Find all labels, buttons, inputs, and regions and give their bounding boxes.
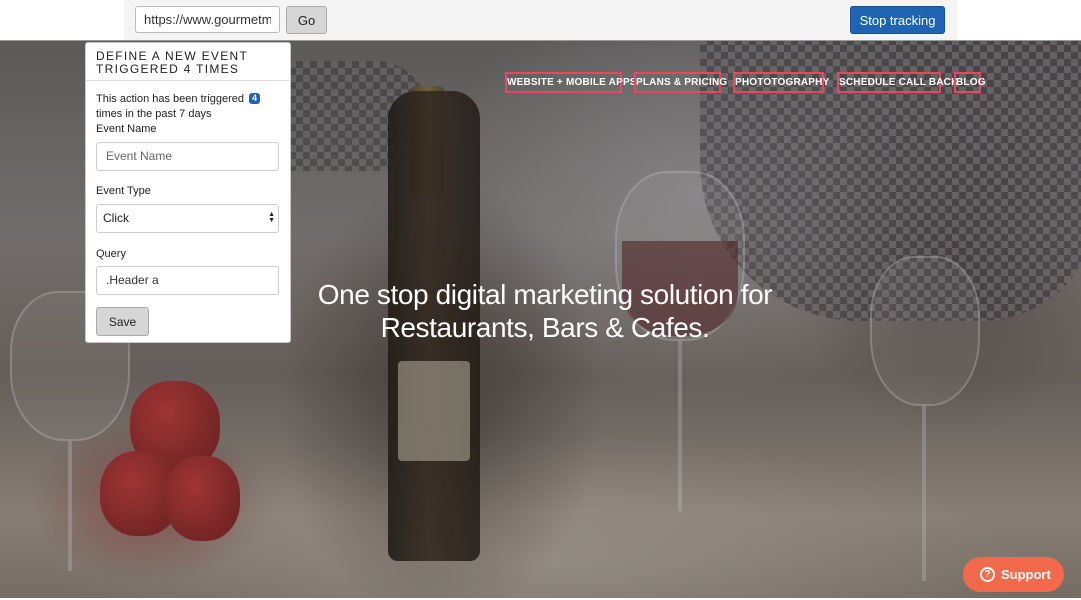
trigger-count-badge: 4	[249, 93, 261, 104]
nav-website-mobile-apps[interactable]: WEBSITE + MOBILE APPS	[505, 72, 636, 93]
stop-tracking-button[interactable]: Stop tracking	[850, 6, 945, 34]
panel-title: DEFINE A NEW EVENT TRIGGERED 4 TIMES	[86, 43, 290, 81]
hero-heading: One stop digital marketing solution for …	[260, 278, 830, 344]
event-name-input[interactable]: Event Name	[96, 142, 279, 171]
hero-line-1: One stop digital marketing solution for	[317, 279, 773, 310]
go-button[interactable]: Go	[286, 6, 327, 34]
query-label: Query	[96, 248, 126, 260]
trigger-info-suffix: times in the past 7 days	[96, 108, 212, 120]
event-name-label: Event Name	[96, 123, 157, 135]
nav-schedule-call-back[interactable]: SCHEDULE CALL BACK	[837, 72, 958, 93]
define-event-panel: DEFINE A NEW EVENT TRIGGERED 4 TIMES Thi…	[85, 42, 291, 343]
trigger-info: This action has been triggered 4 times i…	[96, 92, 282, 122]
trigger-info-prefix: This action has been triggered	[96, 93, 244, 105]
select-arrows-icon: ▲ ▼	[268, 211, 275, 224]
event-type-label: Event Type	[96, 185, 151, 197]
tracking-toolbar: Go Stop tracking	[124, 0, 957, 40]
hero-line-2: Restaurants, Bars & Cafes.	[380, 312, 710, 343]
support-label: Support	[1001, 567, 1051, 582]
event-type-value: Click	[103, 211, 129, 225]
nav-blog[interactable]: BLOG	[954, 72, 985, 93]
nav-photography[interactable]: PHOTOTOGRAPHY	[733, 72, 829, 93]
save-button[interactable]: Save	[96, 307, 149, 336]
nav-plans-pricing[interactable]: PLANS & PRICING	[634, 72, 727, 93]
question-circle-icon: ?	[980, 567, 995, 582]
url-input[interactable]	[135, 6, 280, 33]
support-button[interactable]: ? Support	[963, 557, 1064, 592]
query-input[interactable]: .Header a	[96, 266, 279, 295]
event-type-select[interactable]: Click ▲ ▼	[96, 204, 279, 233]
